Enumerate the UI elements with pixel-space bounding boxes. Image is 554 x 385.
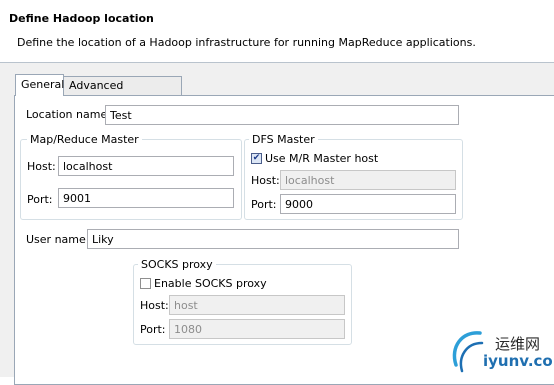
mr-port-label: Port: (27, 193, 53, 206)
page-description: Define the location of a Hadoop infrastr… (17, 36, 476, 49)
map-reduce-master-title: Map/Reduce Master (27, 133, 142, 146)
socks-host-input[interactable] (169, 295, 345, 315)
location-name-label: Location name: (26, 108, 111, 121)
dfs-host-label: Host: (251, 174, 280, 187)
user-name-label: User name: (26, 233, 90, 246)
dfs-port-label: Port: (251, 198, 277, 211)
watermark-cn-text: 运维网 (495, 335, 541, 353)
use-mr-master-host-label: Use M/R Master host (265, 152, 379, 165)
page-title: Define Hadoop location (9, 12, 154, 25)
enable-socks-proxy-checkbox[interactable] (140, 278, 151, 289)
wizard-header: Define Hadoop location Define the locati… (0, 0, 554, 62)
watermark-en-text: iyunv.com (483, 352, 554, 370)
socks-host-label: Host: (140, 299, 169, 312)
enable-socks-proxy-label: Enable SOCKS proxy (154, 277, 267, 290)
socks-port-input[interactable] (169, 319, 345, 339)
location-name-input[interactable] (105, 105, 459, 125)
user-name-input[interactable] (87, 229, 459, 249)
socks-proxy-title: SOCKS proxy (138, 258, 216, 271)
dfs-master-title: DFS Master (249, 133, 318, 146)
dfs-port-input[interactable] (280, 194, 456, 214)
mr-port-input[interactable] (58, 188, 234, 208)
tab-general[interactable]: General (15, 74, 64, 96)
socks-port-label: Port: (140, 323, 166, 336)
mr-host-label: Host: (27, 160, 56, 173)
tab-advanced-parameters[interactable]: Advanced parameters (63, 76, 182, 110)
mr-host-input[interactable] (58, 156, 234, 176)
dfs-host-input[interactable] (280, 170, 456, 190)
use-mr-master-host-checkbox[interactable]: ✔ (251, 153, 262, 164)
